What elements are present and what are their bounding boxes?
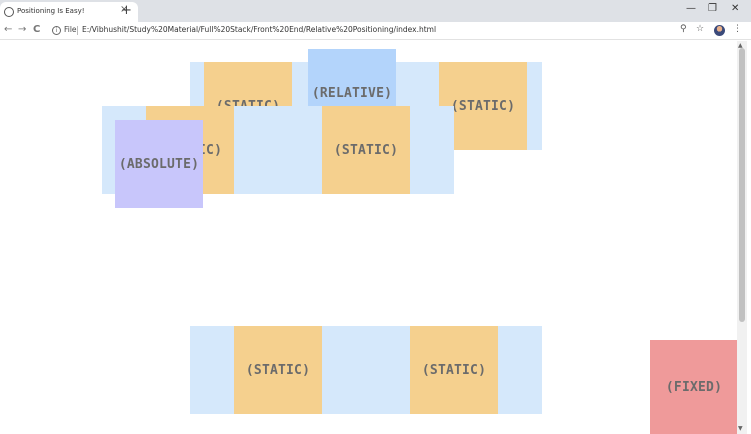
new-tab-button[interactable]: + [121, 4, 132, 17]
back-button[interactable]: ← [4, 24, 12, 35]
fixed-box: (FIXED) [650, 340, 738, 434]
close-window-button[interactable]: ✕ [731, 3, 739, 14]
globe-icon [4, 7, 14, 17]
scroll-up-icon[interactable]: ▲ [738, 42, 743, 49]
info-icon[interactable]: i [52, 26, 61, 35]
profile-avatar[interactable] [714, 25, 725, 36]
forward-button[interactable]: → [18, 24, 26, 35]
bookmark-star-icon[interactable]: ☆ [696, 24, 704, 34]
scroll-down-icon[interactable]: ▼ [738, 425, 743, 432]
static-box-bottom-right: (STATIC) [410, 326, 498, 414]
address-bar: ← → C i File E:/Vibhushit/Study%20Materi… [0, 22, 751, 40]
scrollbar-thumb[interactable] [739, 48, 745, 322]
absolute-box: (ABSOLUTE) [115, 120, 203, 208]
url-field[interactable]: E:/Vibhushit/Study%20Material/Full%20Sta… [82, 25, 436, 34]
browser-tab[interactable]: Positioning Is Easy! × [0, 2, 138, 22]
page-viewport: (STATIC) (RELATIVE) (STATIC) (STATIC) (S… [0, 41, 751, 434]
tab-bar: Positioning Is Easy! × + — ❐ ✕ [0, 0, 751, 22]
static-box-middle-right: (STATIC) [322, 106, 410, 194]
static-box-bottom-left: (STATIC) [234, 326, 322, 414]
tab-title: Positioning Is Easy! [17, 7, 85, 15]
zoom-icon[interactable]: ⚲ [680, 24, 687, 34]
reload-button[interactable]: C [33, 24, 40, 35]
file-scheme-label: File [64, 25, 77, 34]
divider [77, 26, 78, 35]
menu-icon[interactable]: ⋮ [733, 24, 742, 34]
minimize-button[interactable]: — [686, 3, 696, 14]
maximize-button[interactable]: ❐ [708, 3, 717, 14]
